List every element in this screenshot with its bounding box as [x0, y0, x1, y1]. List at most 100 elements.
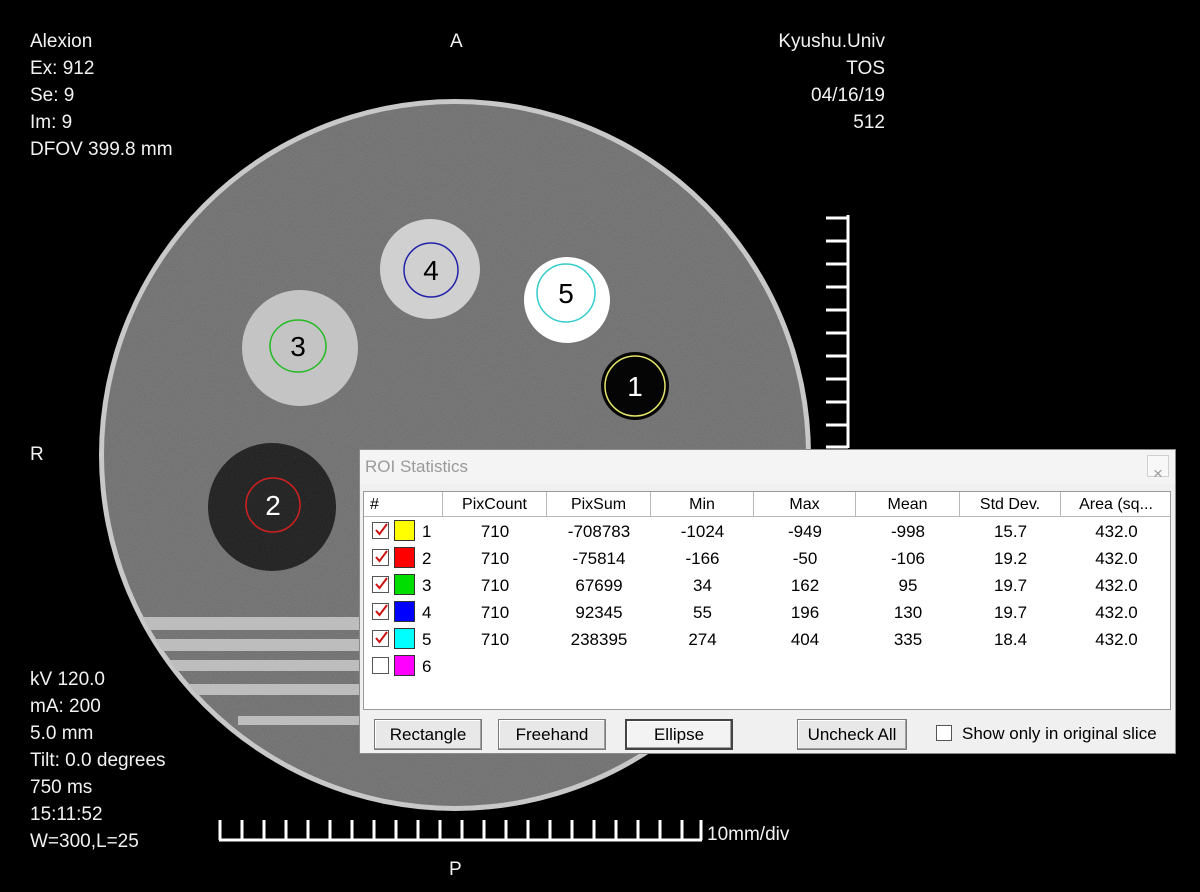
roi-row-5[interactable]: 5 710 238395 274 404 335 18.4 432.0: [364, 626, 1170, 653]
series-number: Se: 9: [30, 85, 75, 106]
cell-std-dev: 18.4: [993, 630, 1028, 649]
roi-row-checkbox[interactable]: [372, 603, 389, 620]
cell-pixcount: 710: [480, 522, 510, 541]
checkmark-icon: [375, 550, 388, 563]
cell-pixsum: -75814: [572, 549, 626, 568]
roi-label-5: 5: [558, 278, 574, 309]
cell-area: 432.0: [1095, 603, 1138, 622]
roi-stats-table: # PixCount PixSum Min Max Mean Std Dev. …: [363, 491, 1171, 710]
cell-pixcount: 710: [480, 603, 510, 622]
ct-image-viewer[interactable]: 12345: [0, 0, 1200, 892]
ellipse-button[interactable]: Ellipse: [625, 719, 733, 750]
col-header-pixsum[interactable]: PixSum: [547, 492, 651, 517]
cell-min: 34: [693, 576, 712, 595]
scale-label: 10mm/div: [707, 824, 790, 845]
cell-min: -1024: [680, 522, 725, 541]
show-original-slice-checkbox[interactable]: [936, 725, 952, 741]
scanner-model: TOS: [846, 58, 885, 79]
cell-area: [1061, 653, 1170, 680]
roi-color-swatch: [394, 520, 415, 541]
cell-std-dev: 19.7: [993, 603, 1028, 622]
col-header-max[interactable]: Max: [754, 492, 856, 517]
col-header-area[interactable]: Area (sq...: [1061, 492, 1170, 517]
dialog-title-bar[interactable]: ROI Statistics ×: [360, 450, 1175, 484]
display-fov: DFOV 399.8 mm: [30, 139, 173, 160]
dialog-title: ROI Statistics: [365, 457, 468, 476]
col-header-index[interactable]: #: [364, 492, 443, 517]
roi-color-swatch: [394, 601, 415, 622]
roi-row-3[interactable]: 3 710 67699 34 162 95 19.7 432.0: [364, 572, 1170, 599]
exam-number: Ex: 912: [30, 58, 95, 79]
cell-min: 55: [693, 603, 712, 622]
acquisition-time: 15:11:52: [30, 804, 103, 825]
roi-row-id: 5: [422, 630, 432, 649]
cell-min: [651, 653, 754, 680]
vertical-scale: [826, 215, 850, 449]
gantry-tilt: Tilt: 0.0 degrees: [30, 750, 166, 771]
col-header-min[interactable]: Min: [651, 492, 754, 517]
freehand-button[interactable]: Freehand: [498, 719, 606, 750]
roi-row-2[interactable]: 2 710 -75814 -166 -50 -106 19.2 432.0: [364, 545, 1170, 572]
image-number: Im: 9: [30, 112, 73, 133]
col-header-std-dev[interactable]: Std Dev.: [960, 492, 1061, 517]
roi-color-swatch: [394, 547, 415, 568]
cell-mean: 335: [893, 630, 923, 649]
cell-max: -50: [792, 549, 818, 568]
rectangle-button[interactable]: Rectangle: [374, 719, 482, 750]
cell-mean: 95: [898, 576, 918, 595]
cell-min: -166: [685, 549, 720, 568]
study-date: 04/16/19: [811, 85, 885, 106]
cell-max: 404: [790, 630, 820, 649]
roi-row-checkbox[interactable]: [372, 549, 389, 566]
cell-pixcount: 710: [480, 630, 510, 649]
cell-max: -949: [787, 522, 823, 541]
cell-pixcount: [443, 653, 547, 680]
col-header-pixcount[interactable]: PixCount: [443, 492, 547, 517]
close-icon: ×: [1153, 464, 1163, 483]
roi-label-1: 1: [627, 371, 643, 402]
roi-row-checkbox[interactable]: [372, 657, 389, 674]
cell-pixsum: 238395: [570, 630, 628, 649]
roi-row-checkbox[interactable]: [372, 576, 389, 593]
roi-row-checkbox[interactable]: [372, 630, 389, 647]
cell-pixcount: 710: [480, 549, 510, 568]
matrix-size: 512: [853, 112, 885, 133]
roi-label-4: 4: [423, 255, 439, 286]
roi-row-checkbox[interactable]: [372, 522, 389, 539]
patient-name: Alexion: [30, 31, 93, 52]
cell-pixcount: 710: [480, 576, 510, 595]
roi-row-id: 6: [422, 657, 432, 676]
roi-row-4[interactable]: 4 710 92345 55 196 130 19.7 432.0: [364, 599, 1170, 626]
cell-max: 162: [790, 576, 820, 595]
overlay-top-right: Kyushu.Univ TOS 04/16/19 512: [778, 28, 885, 136]
cell-area: 432.0: [1095, 576, 1138, 595]
cell-std-dev: 19.2: [993, 549, 1028, 568]
close-button[interactable]: ×: [1147, 455, 1169, 483]
horizontal-scale: [218, 820, 703, 842]
cell-std-dev: 19.7: [993, 576, 1028, 595]
roi-row-id: 1: [422, 522, 432, 541]
roi-row-id: 3: [422, 576, 432, 595]
roi-row-6[interactable]: 6: [364, 653, 1170, 680]
roi-row-1[interactable]: 1 710 -708783 -1024 -949 -998 15.7 432.0: [364, 518, 1170, 545]
uncheck-all-button[interactable]: Uncheck All: [797, 719, 907, 750]
slice-thickness: 5.0 mm: [30, 723, 94, 744]
col-header-mean[interactable]: Mean: [856, 492, 960, 517]
cell-std-dev: [960, 653, 1061, 680]
roi-color-swatch: [394, 574, 415, 595]
cell-mean: 130: [893, 603, 923, 622]
roi-row-id: 2: [422, 549, 432, 568]
cell-pixsum: 92345: [575, 603, 623, 622]
cell-pixsum: -708783: [567, 522, 631, 541]
checkmark-icon: [375, 604, 388, 617]
cell-area: 432.0: [1095, 630, 1138, 649]
overlay-bottom-left: kV 120.0 mA: 200 5.0 mm Tilt: 0.0 degree…: [30, 666, 166, 855]
cell-mean: [856, 653, 960, 680]
show-original-slice-label: Show only in original slice: [962, 724, 1157, 743]
roi-color-swatch: [394, 655, 415, 676]
kv-value: kV 120.0: [30, 669, 105, 690]
cell-mean: -106: [890, 549, 926, 568]
roi-statistics-dialog: ROI Statistics × # PixCount PixSum Min M…: [359, 449, 1176, 754]
window-level: W=300,L=25: [30, 831, 139, 852]
orientation-top: A: [450, 31, 463, 52]
